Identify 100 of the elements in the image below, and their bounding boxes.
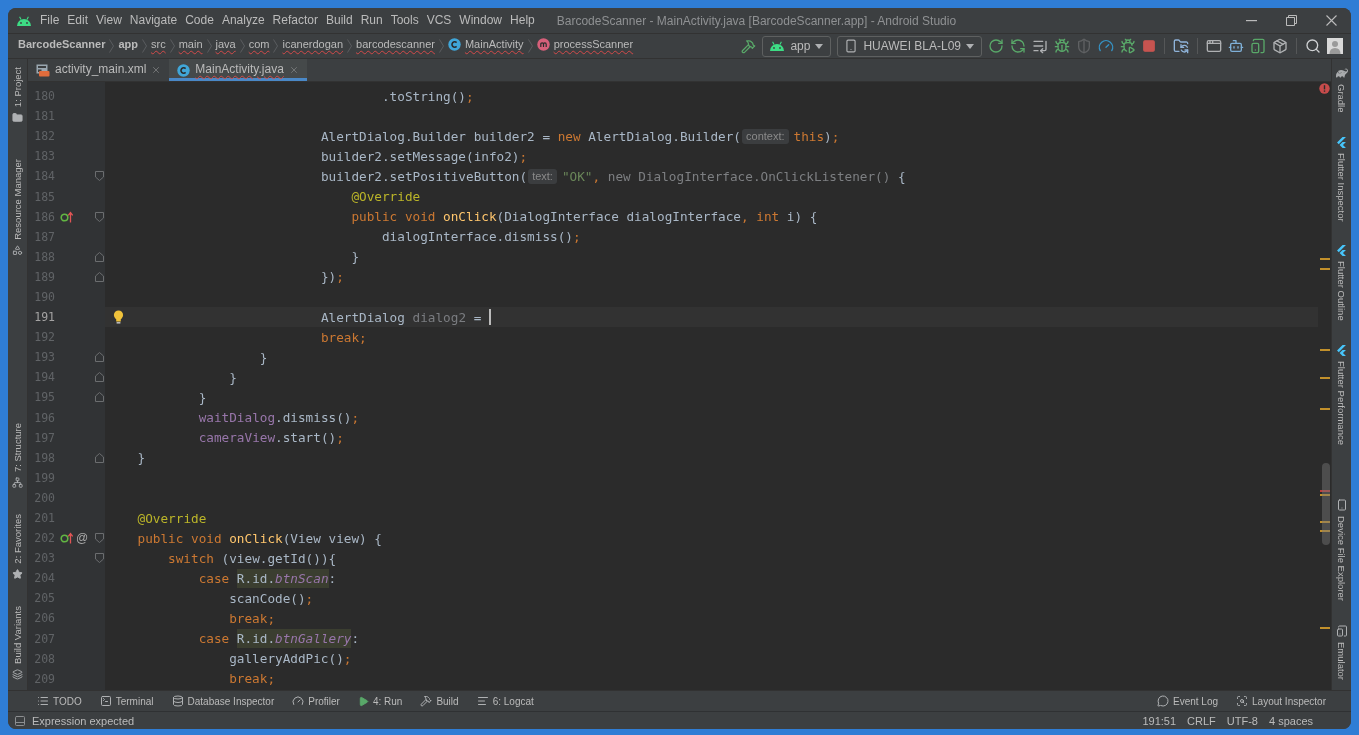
- list-icon[interactable]: [1032, 38, 1048, 54]
- refresh-arrow-icon[interactable]: [1010, 38, 1026, 54]
- method-icon[interactable]: [536, 38, 550, 51]
- terminal-icon[interactable]: [99, 695, 112, 707]
- tool-window-button[interactable]: Flutter Performance: [1332, 338, 1351, 451]
- hierarchy-icon[interactable]: [12, 477, 23, 489]
- robot-icon[interactable]: [1228, 38, 1244, 54]
- database-icon[interactable]: [171, 695, 184, 707]
- android-icon[interactable]: [769, 41, 786, 51]
- breadcrumb-link[interactable]: app: [118, 37, 138, 55]
- tool-window-button[interactable]: 1: Project: [8, 61, 27, 130]
- usages-marker[interactable]: @: [76, 531, 89, 546]
- breadcrumb-link[interactable]: processScanner: [536, 37, 634, 55]
- tool-window-button[interactable]: Terminal: [94, 695, 159, 707]
- tool-window-button[interactable]: 7: Structure: [8, 417, 27, 495]
- play-icon[interactable]: [357, 695, 369, 707]
- scrollbar-thumb[interactable]: [1322, 463, 1330, 545]
- tool-window-button[interactable]: Database Inspector: [166, 695, 280, 707]
- breadcrumb-link[interactable]: com: [248, 37, 270, 55]
- fold-marker-icon[interactable]: [95, 251, 104, 262]
- rotate-arrow-icon[interactable]: [988, 38, 1004, 54]
- panel-icon[interactable]: [14, 714, 26, 727]
- phone-icon[interactable]: [844, 39, 859, 53]
- tool-window-button[interactable]: 4: Run: [352, 695, 408, 707]
- fold-marker-icon[interactable]: [95, 171, 104, 182]
- tool-window-button[interactable]: Gradle: [1332, 61, 1351, 119]
- run-config-dropdown[interactable]: app: [762, 35, 832, 57]
- tool-window-button[interactable]: TODO: [32, 695, 87, 707]
- flutter-logo-icon[interactable]: [1336, 344, 1347, 356]
- window-icon[interactable]: [1206, 38, 1222, 54]
- restore-icon[interactable]: [1285, 15, 1297, 26]
- minimize-icon[interactable]: [1245, 19, 1257, 22]
- tool-window-button[interactable]: Layout Inspector: [1231, 695, 1331, 707]
- tool-window-button[interactable]: Build: [415, 695, 464, 707]
- phone-icon[interactable]: [1335, 499, 1348, 511]
- menu-item[interactable]: View: [92, 8, 126, 33]
- fold-marker-icon[interactable]: [95, 553, 104, 564]
- override-arrow-icon[interactable]: [60, 532, 73, 545]
- speech-bubble-icon[interactable]: [1157, 695, 1169, 707]
- menu-item[interactable]: File: [36, 8, 64, 33]
- tool-window-button[interactable]: Event Log: [1152, 695, 1224, 707]
- menu-item[interactable]: Tools: [386, 8, 423, 33]
- gauge-icon[interactable]: [1098, 38, 1114, 54]
- fold-marker-icon[interactable]: [95, 533, 104, 544]
- layers-icon[interactable]: [12, 669, 23, 680]
- tab-label[interactable]: MainActivity.java: [195, 61, 284, 79]
- fold-marker-icon[interactable]: [95, 271, 104, 282]
- menu-item[interactable]: Run: [356, 8, 387, 33]
- tool-window-button[interactable]: Device File Explorer: [1332, 493, 1351, 607]
- elephant-icon[interactable]: [1335, 67, 1348, 79]
- menu-item[interactable]: VCS: [422, 8, 456, 33]
- breadcrumb-link[interactable]: BarcodeScanner: [18, 37, 106, 55]
- breadcrumb-link[interactable]: MainActivity: [447, 37, 524, 55]
- file-encoding[interactable]: UTF-8: [1226, 714, 1258, 727]
- tool-window-button[interactable]: 2: Favorites: [8, 508, 27, 587]
- package-icon[interactable]: [1272, 38, 1288, 54]
- stop-icon[interactable]: [1142, 39, 1156, 53]
- lightbulb-icon[interactable]: [113, 310, 124, 325]
- tool-window-button[interactable]: Flutter Inspector: [1332, 130, 1351, 228]
- error-indicator-icon[interactable]: [1319, 83, 1330, 94]
- flutter-logo-icon[interactable]: [1336, 136, 1347, 148]
- lines-icon[interactable]: [476, 695, 489, 707]
- fold-marker-icon[interactable]: [95, 392, 104, 403]
- tool-window-button[interactable]: Resource Manager: [8, 153, 27, 262]
- line-separator[interactable]: CRLF: [1187, 714, 1216, 727]
- bug-play-icon[interactable]: [1120, 38, 1136, 54]
- close-icon[interactable]: [1325, 15, 1337, 26]
- menu-item[interactable]: Build: [321, 8, 357, 33]
- shapes-icon[interactable]: [12, 244, 23, 256]
- hammer-icon[interactable]: [420, 695, 433, 707]
- indent-setting[interactable]: 4 spaces: [1268, 714, 1313, 727]
- search-icon[interactable]: [1305, 38, 1321, 54]
- fold-marker-icon[interactable]: [95, 452, 104, 463]
- breadcrumb-link[interactable]: main: [178, 37, 203, 55]
- breadcrumb-link[interactable]: src: [151, 37, 166, 55]
- editor-tab[interactable]: MainActivity.java: [169, 59, 307, 81]
- folder-sync-icon[interactable]: [1173, 38, 1189, 54]
- device-dropdown[interactable]: HUAWEI BLA-L09: [837, 35, 982, 57]
- tool-window-button[interactable]: Build Variants: [8, 600, 27, 686]
- caret-position[interactable]: 191:51: [1142, 714, 1177, 727]
- breadcrumb-link[interactable]: barcodescanner: [356, 37, 435, 55]
- menu-item[interactable]: Navigate: [125, 8, 182, 33]
- tab-label[interactable]: activity_main.xml: [55, 61, 147, 79]
- menu-item[interactable]: Refactor: [268, 8, 322, 33]
- override-arrow-icon[interactable]: [60, 210, 73, 223]
- breadcrumb-link[interactable]: java: [215, 37, 236, 55]
- devices-icon[interactable]: [1250, 38, 1266, 54]
- tool-window-button[interactable]: 6: Logcat: [471, 695, 539, 707]
- star-icon[interactable]: [12, 569, 23, 581]
- tool-window-button[interactable]: Flutter Outline: [1332, 239, 1351, 327]
- menu-item[interactable]: Analyze: [217, 8, 269, 33]
- tool-window-button[interactable]: Emulator: [1332, 619, 1351, 686]
- devices-icon[interactable]: [1335, 625, 1348, 637]
- fold-marker-icon[interactable]: [95, 352, 104, 363]
- caret-down-icon[interactable]: [966, 43, 974, 49]
- flutter-logo-icon[interactable]: [1336, 245, 1347, 257]
- fold-marker-icon[interactable]: [95, 372, 104, 383]
- caret-down-icon[interactable]: [815, 43, 824, 49]
- scan-search-icon[interactable]: [1236, 695, 1249, 707]
- menu-item[interactable]: Code: [181, 8, 218, 33]
